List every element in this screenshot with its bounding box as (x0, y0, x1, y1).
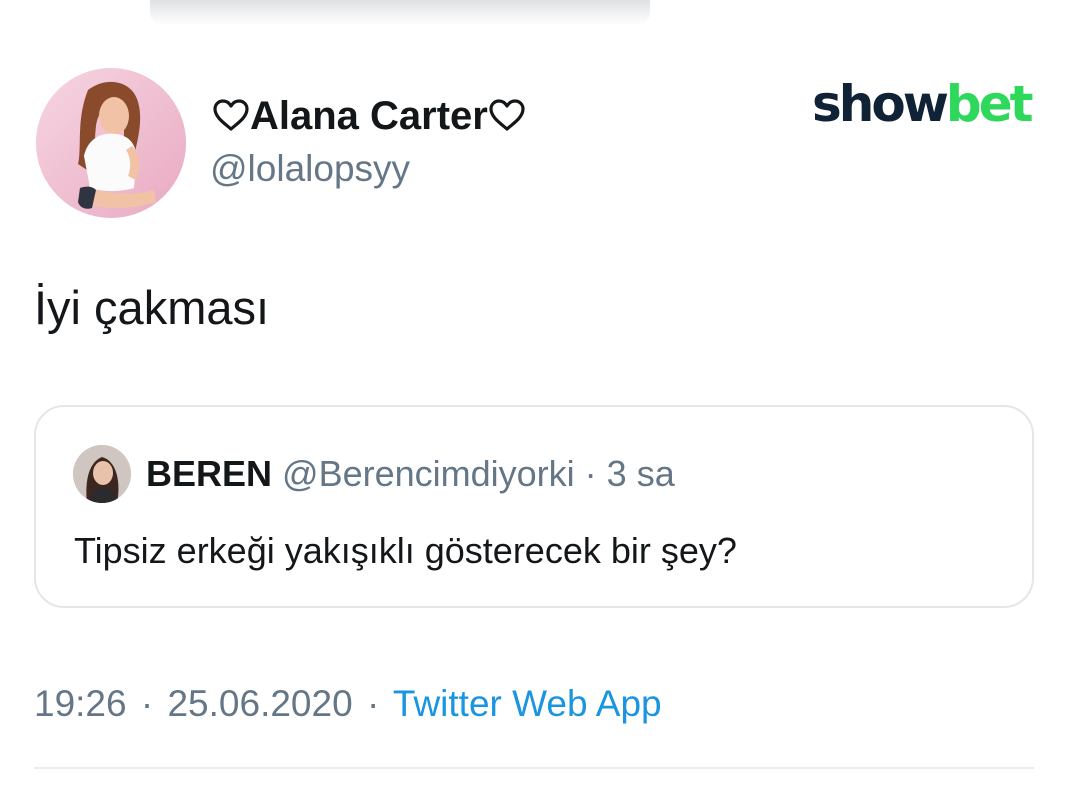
quoted-separator: · (584, 453, 597, 494)
profile-photo-icon (36, 68, 186, 218)
watermark-logo-part-1: show (812, 75, 949, 133)
heart-outline-icon (213, 99, 249, 132)
author-display-name[interactable]: Alana Carter (212, 90, 526, 142)
quoted-tweet-text: Tipsiz erkeği yakışıklı gösterecek bir ş… (74, 530, 737, 571)
quoted-tweet-header: BEREN @Berencimdiyorki · 3 sa (146, 451, 675, 497)
previous-content-fade (150, 0, 650, 26)
tweet-text: İyi çakması (34, 281, 270, 334)
author-handle[interactable]: @lolalopsyy (210, 145, 410, 193)
profile-photo-icon (73, 445, 131, 503)
watermark-logo: showbet (812, 74, 1034, 134)
watermark-logo-part-2: bet (945, 75, 1034, 133)
tweet-timestamp-row: 19:26 · 25.06.2020 · Twitter Web App (34, 680, 662, 728)
quoted-author-avatar[interactable] (73, 445, 131, 503)
quoted-author-handle[interactable]: @Berencimdiyorki (282, 453, 575, 494)
tweet-date[interactable]: 25.06.2020 (167, 683, 352, 724)
author-avatar[interactable] (36, 68, 186, 218)
quoted-author-name[interactable]: BEREN (146, 453, 272, 494)
tweet-source-link[interactable]: Twitter Web App (393, 683, 662, 724)
quoted-tweet-card[interactable]: BEREN @Berencimdiyorki · 3 sa Tipsiz erkeğ… (34, 405, 1034, 608)
author-name-text: Alana Carter (250, 94, 488, 138)
heart-outline-icon (489, 99, 525, 132)
quoted-time-ago[interactable]: 3 sa (607, 453, 675, 494)
timestamp-separator: · (140, 683, 154, 724)
timestamp-separator: · (366, 683, 380, 724)
tweet-time[interactable]: 19:26 (34, 683, 127, 724)
divider (34, 767, 1034, 769)
